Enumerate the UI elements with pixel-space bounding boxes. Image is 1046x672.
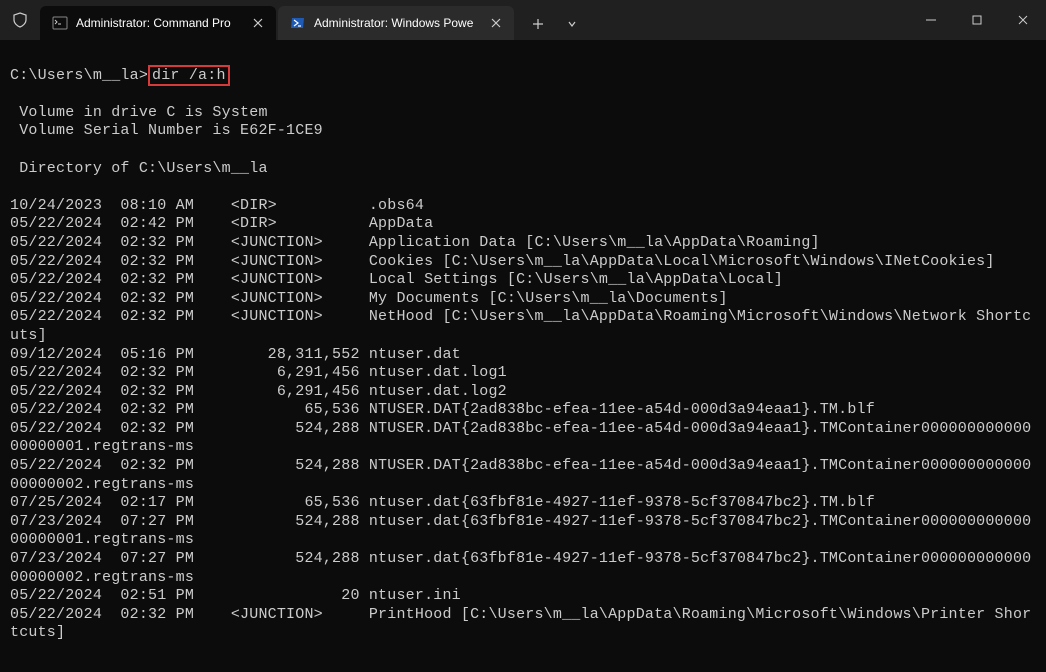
maximize-button[interactable] [954,0,1000,40]
uac-shield-icon [0,0,40,40]
close-button[interactable] [1000,0,1046,40]
command-highlight: dir /a:h [148,65,230,86]
tab-title: Administrator: Windows Powe [314,16,478,30]
window-controls [908,0,1046,40]
terminal-output[interactable]: C:\Users\m__la>dir /a:h Volume in drive … [0,40,1046,672]
output-lines: Volume in drive C is System Volume Seria… [10,104,1036,643]
minimize-button[interactable] [908,0,954,40]
tab-close-button[interactable] [486,13,506,33]
new-tab-button[interactable] [522,8,554,40]
tab-powershell[interactable]: Administrator: Windows Powe [278,6,514,40]
prompt: C:\Users\m__la> [10,67,148,84]
tab-dropdown-button[interactable] [556,8,588,40]
tab-strip: Administrator: Command Pro Administrator… [40,0,908,40]
titlebar: Administrator: Command Pro Administrator… [0,0,1046,40]
powershell-icon [290,15,306,31]
prompt-line: C:\Users\m__la>dir /a:h [10,67,1036,86]
cmd-icon [52,15,68,31]
tab-cmd[interactable]: Administrator: Command Pro [40,6,276,40]
tab-title: Administrator: Command Pro [76,16,240,30]
tab-close-button[interactable] [248,13,268,33]
